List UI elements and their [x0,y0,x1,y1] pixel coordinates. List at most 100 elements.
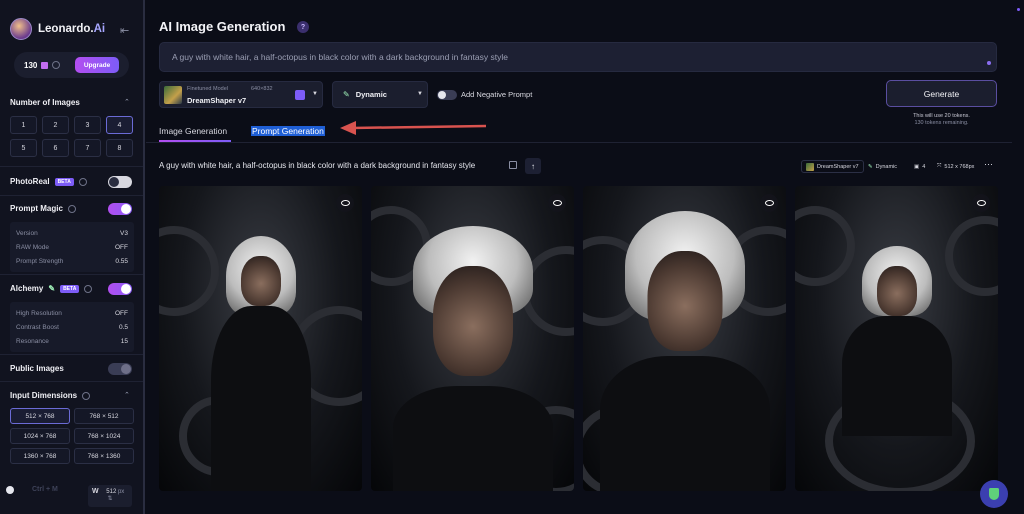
tentacle-shape [795,206,855,286]
user-avatar[interactable] [10,18,32,40]
slider-knob[interactable] [6,486,14,494]
tokens-remaining-note: 130 tokens remaining. [914,120,969,126]
divider [0,381,143,382]
view-image-button[interactable] [548,194,566,212]
images-option-4[interactable]: 4 [106,116,133,134]
prompt-input[interactable]: A guy with white hair, a half-octopus in… [159,42,997,72]
model-size-label: 640×832 [251,86,273,92]
number-of-images-title: Number of Images [10,98,80,107]
eye-icon [552,200,562,206]
dimension-option[interactable]: 1360 × 768 [10,448,70,464]
model-settings-icon[interactable] [295,90,305,100]
alchemy-title: Alchemy ✎ BETA [10,284,93,293]
chevron-up-icon[interactable]: ⌃ [124,391,130,399]
style-selector[interactable]: ✎ Dynamic ▼ [332,81,428,108]
beta-badge: BETA [54,177,74,186]
width-field[interactable]: W 512 px ⇅ [88,485,132,507]
tab-prompt-generation[interactable]: Prompt Generation [251,126,325,136]
photoreal-title: PhotoReal BETA [10,177,87,186]
prompt-text: A guy with white hair, a half-octopus in… [172,52,508,62]
generated-image[interactable] [371,186,574,491]
figure-face [876,266,917,316]
generated-image[interactable] [159,186,362,491]
result-model-badge: DreamShaper v7 [801,160,864,173]
chevron-down-icon[interactable]: ▼ [417,91,423,97]
brand[interactable]: Leonardo.Ai [10,18,105,40]
collapse-sidebar-icon[interactable]: ⇤ [120,24,129,37]
view-image-button[interactable] [972,194,990,212]
help-icon[interactable]: ? [297,21,309,33]
tab-image-generation[interactable]: Image Generation [159,126,227,136]
model-type-label: Finetuned Model [187,86,228,92]
figure-body [841,316,952,436]
reuse-prompt-button[interactable]: ↑ [525,158,541,174]
page-title: AI Image Generation [159,19,286,34]
images-option-8[interactable]: 8 [106,139,133,157]
token-help-icon[interactable] [52,61,61,69]
view-image-button[interactable] [336,194,354,212]
prompt-magic-settings[interactable]: Version V3 RAW Mode OFF Prompt Strength 0.5… [10,222,134,272]
shortcut-overlay: Ctrl + M [32,486,58,493]
dimension-option[interactable]: 768 × 1360 [74,448,134,464]
setting-row: Prompt Strength 0.55 [16,257,128,265]
annotation-arrow-icon [340,121,487,135]
chevron-up-icon[interactable]: ⌃ [124,98,130,106]
token-cost-note: This will use 20 tokens. [913,113,970,119]
help-icon[interactable] [84,284,93,293]
dimension-option[interactable]: 768 × 1024 [74,428,134,444]
more-options-icon[interactable]: ⋯ [984,159,993,170]
dimension-option[interactable]: 512 × 768 [10,408,70,424]
tentacle-shape [159,226,219,316]
images-option-6[interactable]: 6 [42,139,69,157]
upgrade-button[interactable]: Upgrade [75,57,119,73]
images-option-7[interactable]: 7 [74,139,101,157]
setting-row: Resonance 15 [16,337,128,345]
token-balance: 130 Upgrade [14,52,129,78]
setting-row: RAW Mode OFF [16,243,128,251]
input-dimensions-grid: 512 × 768 768 × 512 1024 × 768 768 × 102… [10,408,134,464]
help-icon[interactable] [67,204,76,213]
main-panel: AI Image Generation ? A guy with white h… [146,0,1012,514]
divider [146,142,1012,143]
images-option-5[interactable]: 5 [10,139,37,157]
tentacle-shape [945,216,998,296]
divider [0,354,143,355]
prompt-magic-toggle[interactable] [108,203,132,215]
swap-dimensions-icon[interactable]: ⇅ [92,495,128,502]
divider [0,166,143,167]
sidebar: Leonardo.Ai ⇤ 130 Upgrade Number of Imag… [0,0,145,514]
generated-image[interactable] [583,186,786,491]
dimension-option[interactable]: 768 × 512 [74,408,134,424]
page-scrollbar[interactable] [1012,0,1024,514]
generate-button[interactable]: Generate [886,80,997,107]
alchemy-settings[interactable]: High Resolution OFF Contrast Boost 0.5 Res… [10,302,134,352]
token-icon [41,61,49,69]
shield-check-icon [989,488,999,500]
figure-face [432,266,513,376]
help-icon[interactable] [82,391,91,400]
style-label: Dynamic [355,90,387,99]
images-option-1[interactable]: 1 [10,116,37,134]
generated-image[interactable] [795,186,998,491]
model-selector[interactable]: Finetuned Model 640×832 DreamShaper v7 ▼ [159,81,323,108]
photoreal-toggle[interactable] [108,176,132,188]
view-image-button[interactable] [760,194,778,212]
sidebar-scrollbar[interactable] [143,0,145,514]
copy-icon[interactable] [509,161,517,169]
result-style-badge: ✎ Dynamic [868,163,898,170]
dimension-slider[interactable]: Ctrl + M [6,486,84,494]
chevron-down-icon[interactable]: ▼ [312,91,318,97]
dimension-option[interactable]: 1024 × 768 [10,428,70,444]
brush-icon: ✎ [868,163,873,170]
result-dimensions-badge: ⤧ 512 x 768px [937,163,975,170]
images-option-3[interactable]: 3 [74,116,101,134]
security-shield-icon[interactable] [980,480,1008,508]
figure-body [392,386,553,491]
alchemy-toggle[interactable] [108,283,132,295]
negative-prompt-toggle[interactable] [437,90,457,100]
public-images-toggle[interactable] [108,363,132,375]
help-icon[interactable] [78,177,87,186]
images-option-2[interactable]: 2 [42,116,69,134]
brand-name: Leonardo. [38,23,94,35]
negative-prompt-label: Add Negative Prompt [461,90,533,99]
